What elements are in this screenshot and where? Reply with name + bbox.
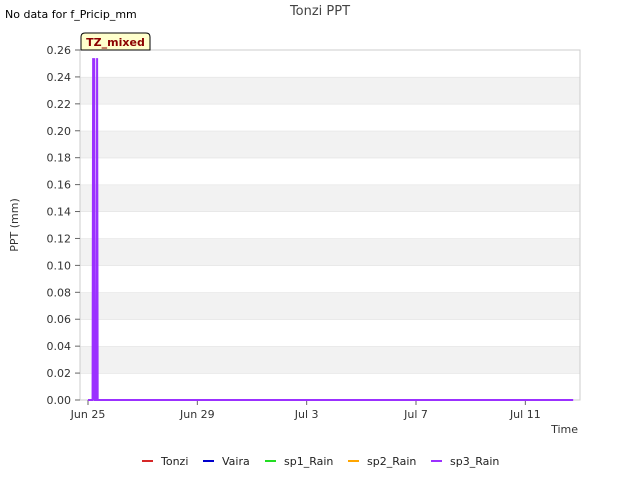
- badge-label: TZ_mixed: [86, 36, 145, 49]
- grid-band: [80, 184, 580, 212]
- x-tick-label: Jul 3: [294, 408, 319, 421]
- legend-label: Tonzi: [160, 455, 188, 468]
- x-tick-label: Jun 25: [70, 408, 106, 421]
- legend-item-Tonzi[interactable]: Tonzi: [142, 455, 188, 468]
- y-tick-label: 0.06: [47, 313, 72, 326]
- y-tick-label: 0.12: [47, 232, 72, 245]
- y-tick-label: 0.10: [47, 259, 72, 272]
- y-tick-label: 0.04: [47, 340, 72, 353]
- grid-band: [80, 373, 580, 400]
- y-tick-label: 0.00: [47, 394, 72, 407]
- grid-band: [80, 103, 580, 131]
- grid-band: [80, 76, 580, 104]
- y-tick-label: 0.24: [47, 71, 72, 84]
- y-tick-label: 0.08: [47, 286, 72, 299]
- grid-band: [80, 346, 580, 374]
- y-axis-ticks: 0.00 0.02 0.04 0.06 0.08 0.10 0.12 0.14 0.16 0.18…: [47, 44, 80, 407]
- y-tick-label: 0.26: [47, 44, 72, 57]
- y-tick-label: 0.18: [47, 152, 72, 165]
- legend-label: Vaira: [222, 455, 250, 468]
- legend-item-sp3_Rain[interactable]: sp3_Rain: [431, 455, 499, 468]
- grid-band: [80, 211, 580, 239]
- y-tick-label: 0.20: [47, 125, 72, 138]
- legend-item-sp1_Rain[interactable]: sp1_Rain: [265, 455, 333, 468]
- y-tick-label: 0.14: [47, 206, 72, 219]
- ppt-chart: 0.00 0.02 0.04 0.06 0.08 0.10 0.12 0.14 0.16 0.18…: [8, 32, 581, 468]
- y-tick-label: 0.02: [47, 367, 72, 380]
- x-tick-label: Jul 7: [403, 408, 428, 421]
- x-axis-ticks: Jun 25 Jun 29 Jul 3 Jul 7 Jul 11: [70, 400, 541, 421]
- grid-band: [80, 238, 580, 266]
- grid-band: [80, 292, 580, 320]
- grid-band: [80, 50, 580, 77]
- y-tick-label: 0.22: [47, 98, 72, 111]
- x-tick-label: Jun 29: [179, 408, 215, 421]
- grid-band: [80, 319, 580, 347]
- grid-band: [80, 130, 580, 158]
- legend-label: sp2_Rain: [367, 455, 416, 468]
- y-tick-label: 0.16: [47, 179, 72, 192]
- legend: Tonzi Vaira sp1_Rain sp2_Rain sp3_Rain: [142, 455, 499, 468]
- legend-item-sp2_Rain[interactable]: sp2_Rain: [348, 455, 416, 468]
- tz-mixed-badge: TZ_mixed: [80, 32, 151, 51]
- grid-band: [80, 157, 580, 185]
- y-axis-label: PPT (mm): [8, 198, 21, 252]
- legend-item-Vaira[interactable]: Vaira: [203, 455, 250, 468]
- x-axis-label: Time: [550, 423, 578, 436]
- grid-band: [80, 265, 580, 293]
- legend-label: sp3_Rain: [450, 455, 499, 468]
- grid-bands: [80, 49, 580, 400]
- x-tick-label: Jul 11: [509, 408, 541, 421]
- legend-label: sp1_Rain: [284, 455, 333, 468]
